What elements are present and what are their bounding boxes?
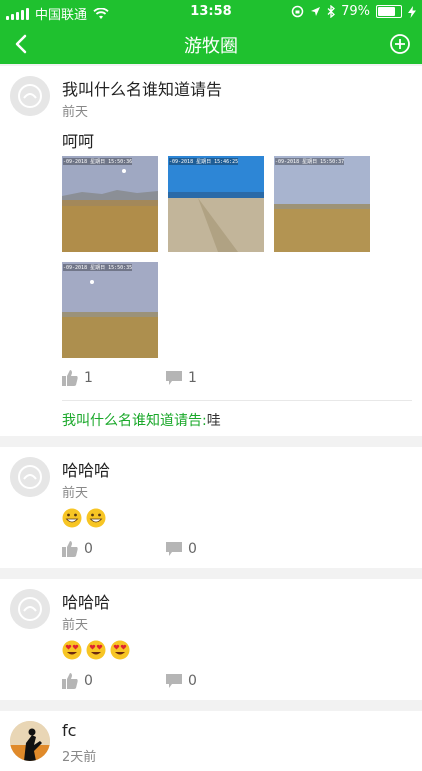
post-photo[interactable] (62, 156, 158, 252)
comment-button[interactable]: 0 (166, 673, 197, 689)
page-title: 游牧圈 (184, 36, 238, 57)
post-text: 呵呵 (62, 132, 95, 151)
bluetooth-icon (327, 5, 336, 18)
post-author[interactable]: 我叫什么名谁知道请告 (62, 76, 222, 100)
post-actions: 1 1 (62, 370, 412, 390)
post-card: fc 2天前 (0, 711, 422, 771)
user-photo-avatar (10, 721, 50, 761)
photo-caption: -09-2018 星期日 15:50:36 (63, 158, 133, 165)
divider (62, 400, 412, 401)
feed: 我叫什么名谁知道请告 前天 呵呵 -09-2018 星期日 15:50:36 -… (0, 66, 422, 771)
heart-eyes-emoji (86, 640, 106, 659)
avatar[interactable] (10, 721, 50, 761)
post-author[interactable]: 哈哈哈 (62, 457, 110, 481)
like-count: 0 (84, 673, 93, 689)
heart-eyes-emoji (110, 640, 130, 659)
post-time: 前天 (62, 105, 89, 120)
comment-icon (166, 674, 182, 688)
like-count: 0 (84, 541, 93, 557)
post-card: 我叫什么名谁知道请告 前天 呵呵 -09-2018 星期日 15:50:36 -… (0, 66, 422, 436)
post-text (62, 507, 110, 528)
post-actions: 0 0 (62, 673, 412, 693)
post-text (62, 639, 134, 660)
grin-emoji (62, 508, 82, 527)
default-avatar-icon (10, 589, 50, 629)
status-bar: 中国联通 13:58 79% (0, 0, 422, 24)
like-button[interactable]: 0 (62, 673, 93, 689)
like-count: 1 (84, 370, 93, 386)
like-button[interactable]: 1 (62, 370, 93, 386)
comment-count: 1 (188, 370, 197, 386)
comment-count: 0 (188, 541, 197, 557)
heart-eyes-emoji (62, 640, 82, 659)
thumbs-up-icon (62, 673, 78, 689)
post-photo[interactable] (62, 262, 158, 358)
comment-button[interactable]: 1 (166, 370, 197, 386)
comment-author: 我叫什么名谁知道请告: (62, 413, 207, 429)
battery-percent: 79% (341, 4, 370, 19)
nav-bar: 游牧圈 (0, 24, 422, 64)
photo-caption: -09-2018 星期日 15:50:35 (63, 264, 133, 271)
post-time: 前天 (62, 618, 89, 633)
orientation-lock-icon (291, 5, 304, 18)
thumbs-up-icon (62, 541, 78, 557)
add-post-icon[interactable] (388, 32, 412, 56)
comment-text: 哇 (206, 413, 221, 429)
like-button[interactable]: 0 (62, 541, 93, 557)
post-card: 哈哈哈 前天 0 0 (0, 579, 422, 700)
photo-caption: -09-2018 星期日 15:46:25 (169, 158, 239, 165)
comment-count: 0 (188, 673, 197, 689)
avatar[interactable] (10, 589, 50, 629)
avatar[interactable] (10, 76, 50, 116)
post-author[interactable]: 哈哈哈 (62, 589, 110, 613)
default-avatar-icon (10, 76, 50, 116)
post-photo[interactable] (168, 156, 264, 252)
comment-icon (166, 371, 182, 385)
post-time: 前天 (62, 486, 89, 501)
comment-line[interactable]: 我叫什么名谁知道请告:哇 (62, 410, 221, 430)
comment-icon (166, 542, 182, 556)
post-photo[interactable] (274, 156, 370, 252)
post-card: 哈哈哈 前天 0 0 (0, 447, 422, 568)
post-author[interactable]: fc (62, 721, 76, 740)
battery-icon (376, 5, 402, 18)
comment-button[interactable]: 0 (166, 541, 197, 557)
grin-emoji (86, 508, 106, 527)
default-avatar-icon (10, 457, 50, 497)
charging-icon (408, 5, 416, 18)
post-actions: 0 0 (62, 541, 412, 561)
thumbs-up-icon (62, 370, 78, 386)
location-icon (311, 7, 321, 16)
avatar[interactable] (10, 457, 50, 497)
post-time: 2天前 (62, 750, 97, 765)
photo-caption: -09-2018 星期日 15:50:37 (275, 158, 345, 165)
